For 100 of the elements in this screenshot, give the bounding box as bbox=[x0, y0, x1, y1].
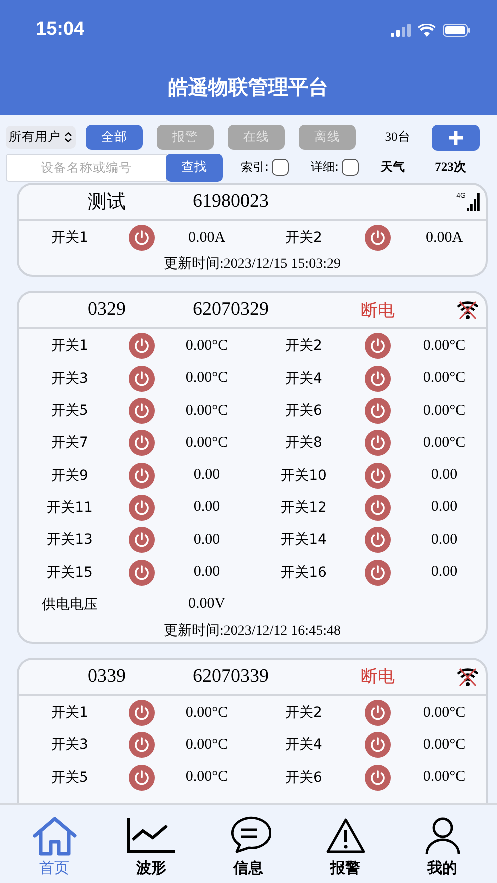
switch-reading: 0.00A bbox=[426, 230, 464, 247]
power-icon[interactable] bbox=[129, 764, 155, 791]
switch-label: 开关11 bbox=[47, 498, 93, 517]
power-icon[interactable] bbox=[365, 225, 391, 252]
switch-label: 开关6 bbox=[286, 402, 322, 420]
switch-reading: 0.00°C bbox=[186, 704, 228, 722]
warning-icon bbox=[326, 818, 366, 854]
power-icon[interactable] bbox=[365, 764, 391, 791]
wifi-icon bbox=[418, 24, 436, 36]
power-icon[interactable] bbox=[129, 398, 155, 424]
switch-reading: 0.00°C bbox=[423, 736, 466, 754]
switch-reading: 0.00 bbox=[431, 564, 458, 582]
battery-icon bbox=[443, 24, 471, 36]
line-chart-icon bbox=[126, 818, 176, 854]
switch-reading: 0.00A bbox=[188, 230, 226, 247]
power-icon[interactable] bbox=[365, 333, 391, 360]
switch-reading: 0.00°C bbox=[423, 769, 466, 786]
tab-bar-item[interactable]: 报警 bbox=[297, 805, 394, 879]
switch-label: 开关14 bbox=[281, 531, 327, 550]
power-icon[interactable] bbox=[129, 700, 155, 726]
switch-label: 开关16 bbox=[281, 564, 327, 582]
switch-reading: 0.00°C bbox=[186, 370, 228, 388]
power-icon[interactable] bbox=[129, 560, 155, 586]
weather-label[interactable]: 天气 bbox=[381, 159, 406, 176]
switch-label: 开关2 bbox=[286, 229, 322, 248]
switch-reading: 0.00 bbox=[194, 564, 220, 582]
visit-count: 723次 bbox=[435, 159, 467, 176]
tab-bar-item[interactable]: 首页 bbox=[6, 805, 103, 879]
power-icon[interactable] bbox=[365, 398, 391, 424]
switch-reading: 0.00°C bbox=[423, 434, 466, 452]
search-button[interactable]: 查找 bbox=[166, 154, 223, 182]
option-label: 索引: bbox=[241, 159, 270, 176]
no-wifi-icon bbox=[456, 299, 480, 322]
device-card[interactable]: 0339 62070339 断电 开关1 0.00°C 开关2 0.00°C 开关3 0.00°C 开关4 0.00°C 开关5 0.00°C 开关6 0.00°C bbox=[17, 658, 488, 803]
tab-bar-item[interactable]: 信息 bbox=[200, 805, 297, 879]
switch-label: 开关13 bbox=[47, 531, 93, 550]
power-icon[interactable] bbox=[129, 366, 155, 392]
device-card[interactable] bbox=[17, 291, 488, 644]
switch-label: 开关2 bbox=[286, 704, 322, 722]
signal-icon bbox=[391, 24, 411, 36]
switch-reading: 0.00°C bbox=[186, 434, 228, 452]
app-title: 皓遥物联管理平台 bbox=[168, 74, 330, 101]
tab-bar-item[interactable]: 我的 bbox=[394, 805, 491, 879]
power-icon[interactable] bbox=[129, 732, 155, 758]
switch-label: 开关6 bbox=[286, 768, 322, 787]
power-icon[interactable] bbox=[129, 225, 155, 252]
power-icon[interactable] bbox=[365, 527, 391, 554]
switch-reading: 0.00°C bbox=[423, 338, 466, 355]
power-icon[interactable] bbox=[365, 560, 391, 586]
switch-label: 开关1 bbox=[52, 337, 88, 356]
device-status: 断电 bbox=[361, 667, 395, 688]
switch-label: 开关8 bbox=[286, 434, 322, 452]
switch-label: 开关1 bbox=[52, 704, 88, 722]
switch-reading: 0.00 bbox=[194, 499, 220, 516]
switch-label: 开关5 bbox=[52, 768, 88, 787]
power-icon[interactable] bbox=[129, 494, 155, 521]
power-icon[interactable] bbox=[365, 430, 391, 456]
status-time: 15:04 bbox=[36, 19, 85, 41]
checkbox[interactable] bbox=[272, 159, 290, 176]
power-icon[interactable] bbox=[365, 462, 391, 489]
power-icon[interactable] bbox=[365, 700, 391, 726]
user-select[interactable]: 所有用户 bbox=[6, 126, 76, 149]
switch-reading: 0.00 bbox=[431, 499, 458, 516]
device-id: 61980023 bbox=[192, 191, 270, 213]
home-icon bbox=[32, 816, 78, 856]
checkbox[interactable] bbox=[342, 159, 360, 176]
tab-bar-item[interactable]: 波形 bbox=[103, 805, 200, 879]
switch-label: 开关7 bbox=[52, 434, 88, 452]
option-label: 详细: bbox=[311, 159, 340, 176]
switch-label: 开关1 bbox=[52, 229, 88, 248]
plus-icon bbox=[448, 130, 464, 146]
power-icon[interactable] bbox=[365, 366, 391, 392]
device-count: 30台 bbox=[384, 129, 412, 146]
power-icon[interactable] bbox=[365, 732, 391, 758]
switch-reading: 0.00°C bbox=[186, 402, 228, 420]
updown-icon bbox=[64, 132, 73, 143]
power-icon[interactable] bbox=[129, 430, 155, 456]
switch-reading: 0.00°C bbox=[423, 370, 466, 388]
power-icon[interactable] bbox=[129, 333, 155, 360]
switch-reading: 0.00°C bbox=[186, 338, 228, 355]
voltage-reading: 0.00V bbox=[188, 596, 226, 614]
switch-label: 开关2 bbox=[286, 337, 322, 356]
add-button[interactable] bbox=[432, 124, 480, 150]
switch-label: 开关4 bbox=[286, 736, 322, 754]
power-icon[interactable] bbox=[129, 527, 155, 554]
switch-label: 开关4 bbox=[286, 370, 322, 388]
switch-reading: 0.00°C bbox=[186, 736, 228, 754]
device-id: 62070339 bbox=[192, 666, 270, 688]
power-icon[interactable] bbox=[365, 494, 391, 521]
device-id: 62070329 bbox=[192, 299, 270, 322]
switch-label: 开关15 bbox=[47, 564, 93, 582]
switch-reading: 0.00°C bbox=[186, 769, 228, 786]
switch-label: 开关3 bbox=[52, 736, 88, 754]
device-name: 0339 bbox=[87, 666, 127, 688]
switch-label: 开关3 bbox=[52, 370, 88, 388]
power-icon[interactable] bbox=[129, 462, 155, 489]
device-name: 测试 bbox=[87, 191, 127, 215]
device-status: 断电 bbox=[361, 300, 395, 321]
filter-tab[interactable]: 全部 bbox=[86, 125, 143, 150]
search-field[interactable]: 设备名称或编号 bbox=[6, 154, 167, 182]
